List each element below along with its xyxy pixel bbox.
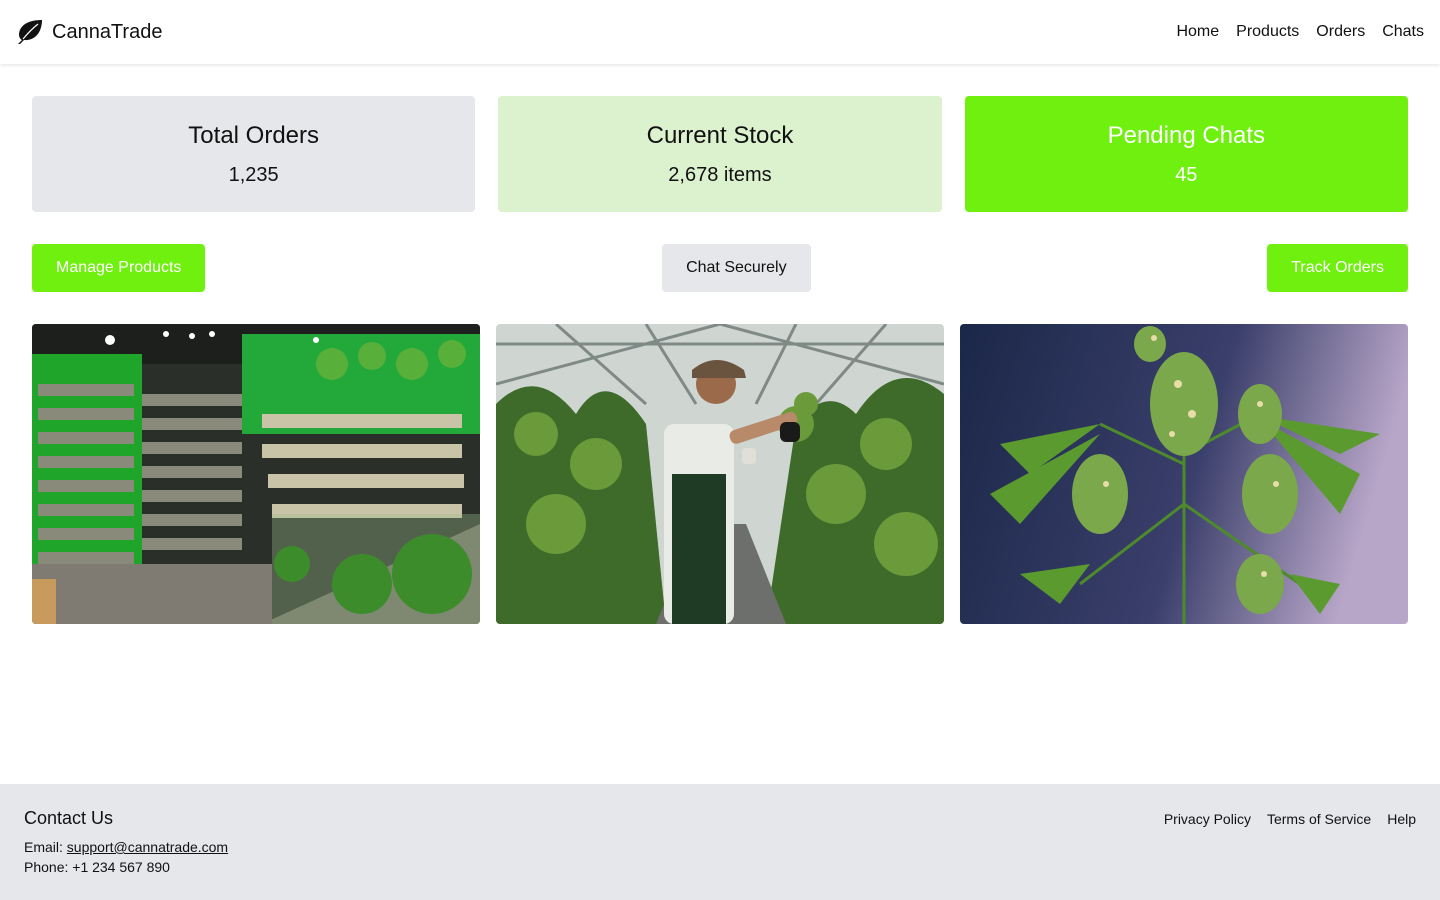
stat-title: Pending Chats [1107,121,1266,149]
manage-products-button[interactable]: Manage Products [32,244,206,292]
top-header: CannaTrade Home Products Orders Chats [0,0,1440,64]
contact-section: Contact Us Email: support@cannatrade.com… [24,808,228,900]
contact-email-line: Email: support@cannatrade.com [24,837,228,857]
main-nav: Home Products Orders Chats [1176,23,1424,41]
stat-card-pending-chats: Pending Chats 45 [964,96,1408,212]
stat-value: 1,235 [228,163,279,186]
dispensary-photo [32,324,480,624]
help-link[interactable]: Help [1387,811,1416,900]
nav-chats[interactable]: Chats [1382,23,1424,41]
stat-value: 45 [1175,163,1198,186]
chat-securely-button[interactable]: Chat Securely [662,244,811,292]
contact-phone: Phone: +1 234 567 890 [24,859,170,875]
nav-products[interactable]: Products [1236,23,1299,41]
nav-orders[interactable]: Orders [1316,23,1365,41]
brand-name: CannaTrade [52,20,163,43]
image-gallery [32,324,1408,624]
stat-card-total-orders: Total Orders 1,235 [32,96,476,212]
cannabis-plant-photo [960,324,1408,624]
footer-links: Privacy Policy Terms of Service Help [1164,808,1416,900]
greenhouse-worker-photo [496,324,944,624]
stat-title: Current Stock [646,121,794,149]
brand-logo[interactable]: CannaTrade [16,19,162,45]
stat-title: Total Orders [188,121,320,149]
stat-value: 2,678 items [668,163,772,186]
leaf-icon [16,19,44,45]
terms-of-service-link[interactable]: Terms of Service [1267,811,1371,900]
contact-title: Contact Us [24,808,114,828]
stats-row: Total Orders 1,235 Current Stock 2,678 i… [32,96,1408,212]
stat-card-current-stock: Current Stock 2,678 items [498,96,942,212]
privacy-policy-link[interactable]: Privacy Policy [1164,811,1251,900]
email-label: Email: [24,839,63,855]
nav-home[interactable]: Home [1176,23,1219,41]
email-link[interactable]: support@cannatrade.com [67,839,228,855]
action-bar: Manage Products Chat Securely Track Orde… [32,244,1408,292]
track-orders-button[interactable]: Track Orders [1267,244,1408,292]
page-footer: Contact Us Email: support@cannatrade.com… [0,784,1440,900]
